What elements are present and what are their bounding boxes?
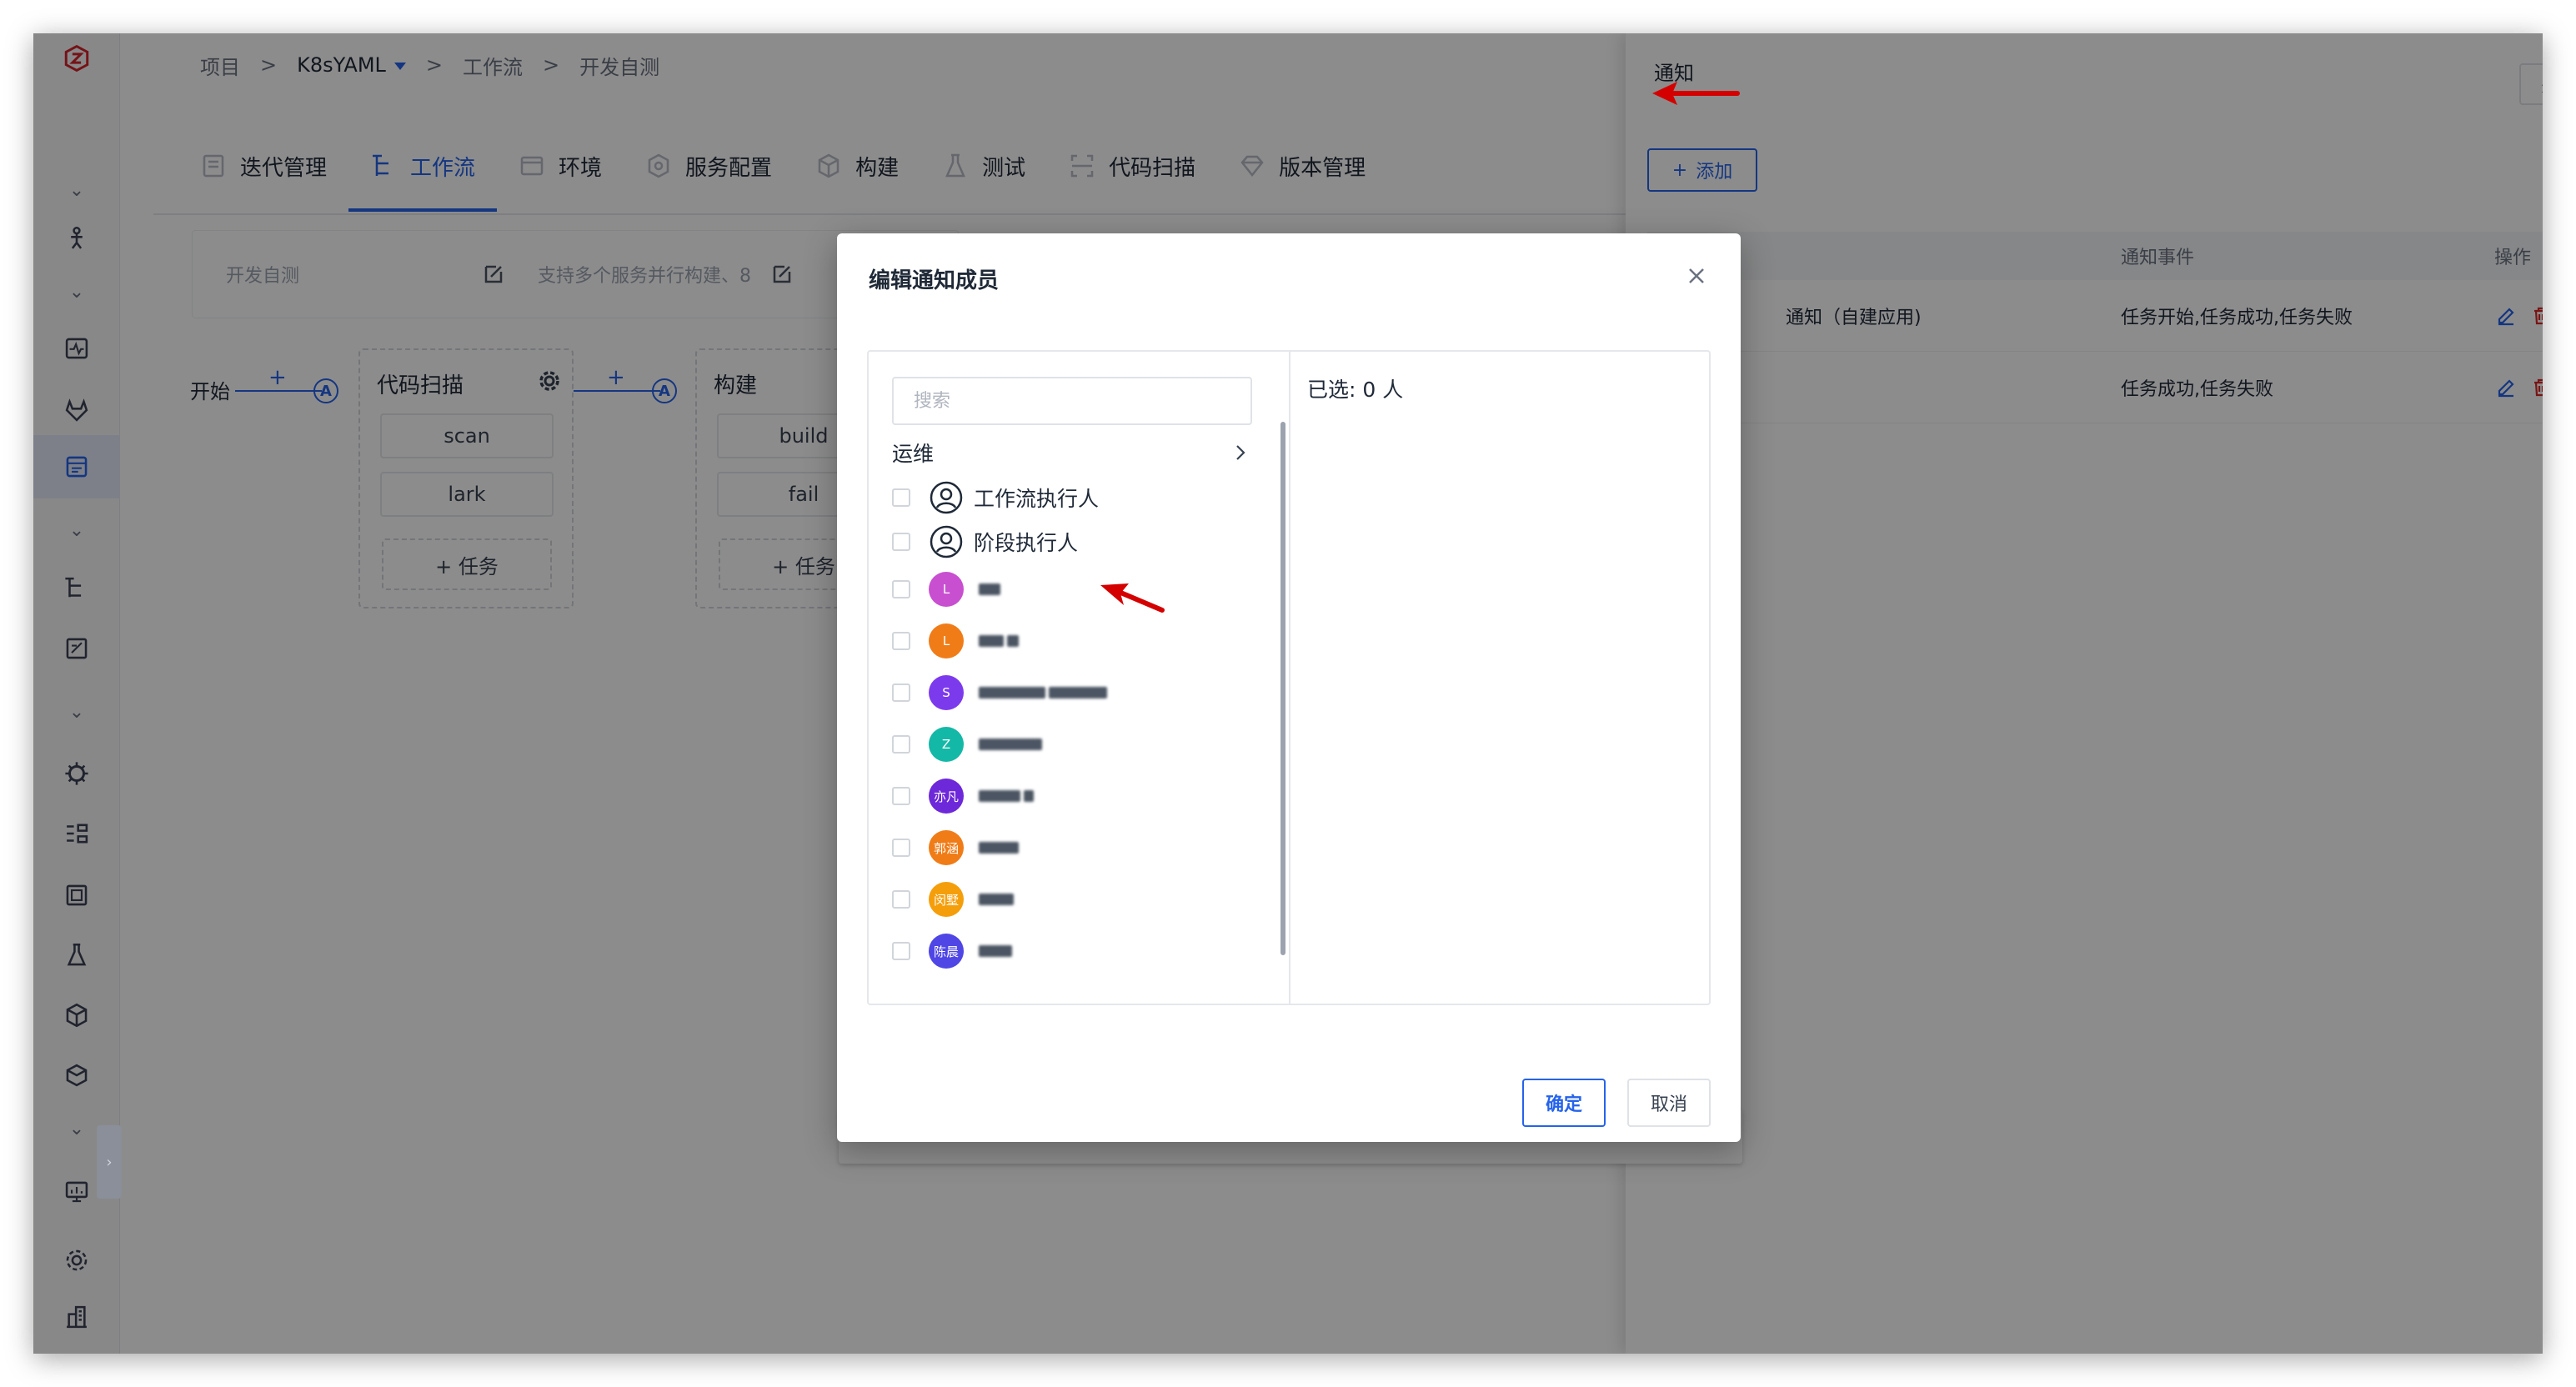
edit-members-modal: 编辑通知成员 运维 工作流执行人 阶段执行人 [837,233,1741,1142]
avatar: 郭涵 [929,830,964,865]
redacted-name [979,687,1107,699]
member-item[interactable]: 亦凡 [892,775,1242,817]
redacted-name [979,739,1042,750]
redacted-name [979,842,1019,854]
avatar: L [929,572,964,607]
annotation-arrow-icon [1652,82,1740,105]
avatar: 闵墅 [929,882,964,917]
close-icon[interactable] [1684,263,1709,288]
chevron-right-icon [1236,445,1245,460]
checkbox[interactable] [892,787,910,805]
selected-panel: 已选: 0 人 [1291,352,1709,1004]
member-item[interactable]: 阶段执行人 [892,521,1242,563]
cancel-button[interactable]: 取消 [1627,1079,1711,1127]
sidebar-collapse-handle[interactable]: › [97,1125,122,1199]
member-item[interactable]: 闵墅 [892,879,1242,920]
checkbox[interactable] [892,839,910,857]
checkbox[interactable] [892,735,910,754]
avatar: 陈晨 [929,934,964,969]
confirm-button[interactable]: 确定 [1522,1079,1606,1127]
group-label: 运维 [892,442,935,466]
modal-title: 编辑通知成员 [869,268,1000,293]
avatar: Z [929,727,964,762]
annotation-arrow-icon [1100,583,1165,613]
member-transfer: 运维 工作流执行人 阶段执行人 L [867,350,1711,1005]
checkbox[interactable] [892,632,910,650]
avatar: L [929,623,964,658]
member-name: 阶段执行人 [974,531,1079,555]
person-circle-icon [930,481,963,514]
redacted-name [979,790,1034,802]
checkbox[interactable] [892,580,910,598]
member-list-panel: 运维 工作流执行人 阶段执行人 L [869,352,1291,1004]
redacted-name [979,945,1012,957]
member-item[interactable]: 郭涵 [892,827,1242,869]
member-item[interactable]: 陈晨 [892,930,1242,972]
redacted-name [979,894,1014,905]
redacted-name [979,583,1000,595]
member-item[interactable]: 工作流执行人 [892,477,1242,518]
person-circle-icon [930,525,963,558]
checkbox[interactable] [892,683,910,702]
member-item[interactable]: L [892,568,1242,610]
member-name: 工作流执行人 [974,487,1100,511]
search-input[interactable] [892,377,1252,425]
redacted-name [979,635,1019,647]
selected-count: 已选: 0 人 [1307,378,1404,402]
scrollbar[interactable] [1280,422,1285,955]
checkbox[interactable] [892,890,910,909]
checkbox[interactable] [892,533,910,551]
group-row-ops[interactable]: 运维 [892,433,1250,472]
app-window: ⌄ ⌄ ⌄ ⌄ ⌄ 项目 > K8sYAML > 工作流 > 开发自测 迭代管理… [33,33,2543,1354]
avatar: 亦凡 [929,779,964,814]
avatar: S [929,675,964,710]
member-item[interactable]: S [892,672,1242,714]
member-item[interactable]: L [892,620,1242,662]
checkbox[interactable] [892,942,910,960]
checkbox[interactable] [892,488,910,507]
member-item[interactable]: Z [892,724,1242,765]
